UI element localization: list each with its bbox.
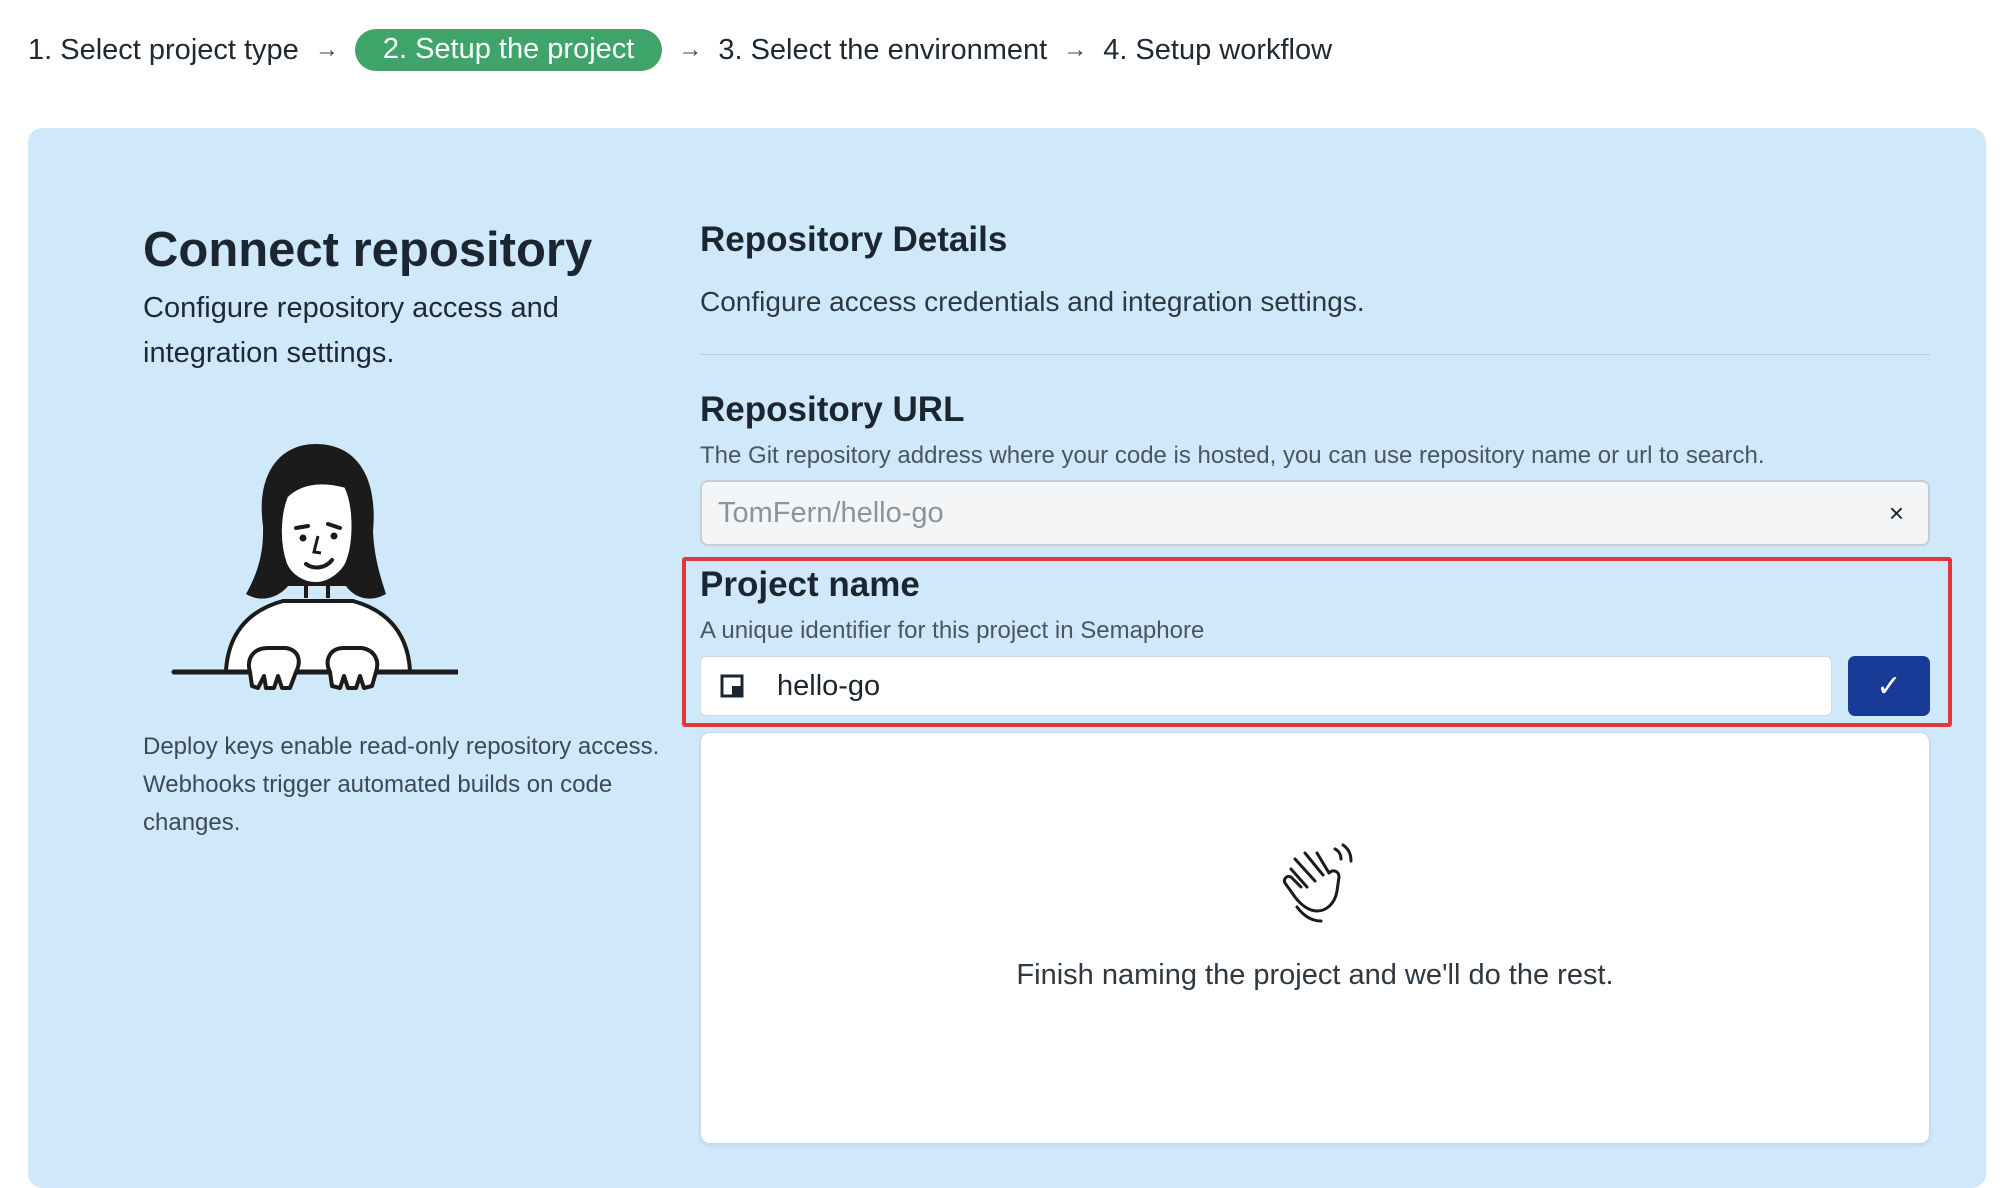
setup-stepper: 1. Select project type → 2. Setup the pr…: [28, 28, 1332, 72]
project-name-help: A unique identifier for this project in …: [700, 617, 1205, 644]
next-step-message: Finish naming the project and we'll do t…: [1016, 959, 1614, 991]
next-step-card: Finish naming the project and we'll do t…: [700, 732, 1930, 1144]
repository-details-subtitle: Configure access credentials and integra…: [700, 286, 1365, 317]
repository-details-title: Repository Details: [700, 220, 1008, 259]
repository-url-label: Repository URL: [700, 390, 965, 429]
step-arrow-icon: →: [678, 36, 703, 63]
step-arrow-icon: →: [314, 36, 339, 63]
repository-url-input[interactable]: [702, 482, 1862, 544]
project-name-field: [700, 656, 1832, 716]
step-arrow-icon: →: [1063, 36, 1088, 63]
step-select-environment[interactable]: 3. Select the environment: [718, 34, 1047, 67]
repository-url-help: The Git repository address where your co…: [700, 442, 1765, 469]
section-divider: [700, 354, 1930, 355]
page-subtitle: Configure repository access and integrat…: [143, 292, 559, 369]
project-name-label: Project name: [700, 565, 920, 604]
repository-url-field: ×: [700, 480, 1930, 546]
page-title: Connect repository: [143, 223, 593, 277]
person-at-desk-illustration: [171, 444, 458, 690]
step-setup-project[interactable]: 2. Setup the project: [354, 29, 663, 71]
confirm-name-button[interactable]: ✓: [1848, 656, 1930, 716]
project-name-input[interactable]: [777, 657, 1817, 715]
clear-icon[interactable]: ×: [1889, 498, 1904, 529]
deploy-keys-note: Deploy keys enable read-only repository …: [143, 733, 660, 836]
waving-hand-icon: [1283, 843, 1353, 923]
step-setup-workflow[interactable]: 4. Setup workflow: [1103, 34, 1332, 67]
step-select-project-type[interactable]: 1. Select project type: [28, 34, 299, 67]
project-icon: [720, 674, 744, 698]
